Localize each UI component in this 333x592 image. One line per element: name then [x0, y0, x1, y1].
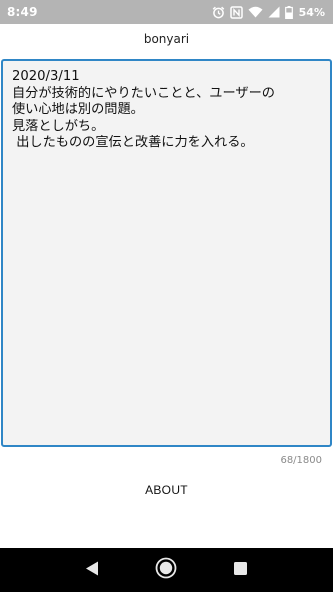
note-line: 使い心地は別の問題。 [12, 102, 144, 117]
app-title: bonyari [143, 32, 190, 46]
back-button[interactable] [72, 550, 112, 590]
status-icons: 54% [212, 5, 325, 19]
status-bar: 8:49 54% [0, 0, 333, 24]
note-line: 見落としがち。 [12, 118, 105, 134]
note-line: 2020/3/11 [12, 69, 80, 84]
note-text-area[interactable]: 2020/3/11 自分が技術的にやりたいことと、ユーザーの 使い心地は別の問題… [1, 59, 332, 447]
home-button[interactable] [146, 550, 186, 590]
battery-percent: 54% [298, 5, 325, 19]
signal-icon [268, 6, 280, 18]
alarm-icon [212, 6, 225, 19]
navigation-bar [0, 548, 333, 592]
character-count: 68/1800 [280, 455, 322, 466]
nfc-icon [229, 5, 243, 19]
back-icon [84, 560, 100, 581]
wifi-icon [248, 6, 263, 18]
about-button[interactable]: ABOUT [116, 476, 217, 504]
home-icon [155, 557, 177, 583]
status-time: 8:49 [7, 5, 38, 19]
recents-icon [233, 561, 248, 580]
screen: 8:49 54% bonyari 2020/3/11 自分が技術的にやりたいこと… [0, 0, 333, 592]
battery-icon [284, 5, 293, 19]
note-line: 自分が技術的にやりたいことと、ユーザーの [12, 85, 275, 101]
recents-button[interactable] [221, 550, 261, 590]
note-line: 出したものの宣伝と改善に力を入れる。 [12, 135, 254, 150]
